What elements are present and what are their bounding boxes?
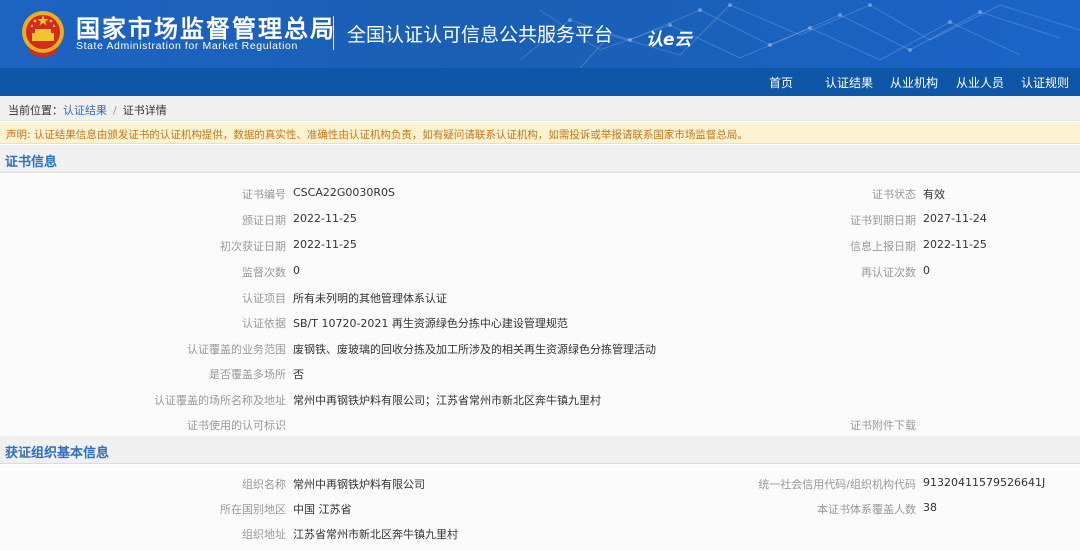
label-site-address: 认证覆盖的场所名称及地址	[154, 394, 286, 407]
breadcrumb-link-cert-results[interactable]: 认证结果	[63, 104, 107, 117]
platform-logo-icon: 认e云	[646, 30, 694, 50]
label-first-date: 初次获证日期	[220, 240, 286, 253]
value-report-date: 2022-11-25	[923, 238, 987, 251]
value-cert-no: CSCA22G0030R0S	[293, 186, 396, 199]
value-supervision-count: 0	[293, 264, 300, 277]
label-region: 所在国别地区	[220, 503, 286, 516]
main-nav: 首页 认证结果 从业机构 从业人员 认证规则	[0, 68, 1080, 96]
org-info-panel: 组织名称 常州中再钢铁炉料有限公司 统一社会信用代码/组织机构代码 913204…	[0, 465, 1080, 550]
value-org-address: 江苏省常州市新北区奔牛镇九里村	[293, 528, 458, 541]
value-region: 中国 江苏省	[293, 503, 352, 516]
nav-item-home[interactable]: 首页	[769, 74, 793, 91]
value-recert-count: 0	[923, 264, 930, 277]
nav-item-cert-results[interactable]: 认证结果	[825, 74, 873, 91]
value-cert-project: 所有未列明的其他管理体系认证	[293, 292, 447, 305]
label-org-name: 组织名称	[242, 478, 286, 491]
label-cert-basis: 认证依据	[242, 317, 286, 330]
label-report-date: 信息上报日期	[850, 240, 916, 253]
section-title-org-info: 获证组织基本信息	[0, 436, 1080, 464]
header-divider	[333, 16, 334, 50]
value-multi-site: 否	[293, 368, 304, 381]
value-credit-code: 91320411579526641J	[923, 476, 1046, 489]
platform-title: 全国认证认可信息公共服务平台	[347, 24, 614, 46]
breadcrumb-prefix: 当前位置：	[8, 104, 63, 117]
value-covered-people: 38	[923, 501, 937, 514]
value-business-scope: 废钢铁、废玻璃的回收分拣及加工所涉及的相关再生资源绿色分拣管理活动	[293, 343, 656, 356]
value-org-name: 常州中再钢铁炉料有限公司	[293, 478, 425, 491]
brand-name-cn: 国家市场监督管理总局	[76, 15, 336, 43]
national-emblem-icon	[22, 11, 64, 57]
breadcrumb-separator: /	[113, 104, 117, 117]
label-attachment-download[interactable]: 证书附件下载	[850, 417, 916, 433]
brand-name-en: State Administration for Market Regulati…	[76, 40, 298, 52]
label-credit-code: 统一社会信用代码/组织机构代码	[758, 478, 916, 491]
label-cert-project: 认证项目	[242, 292, 286, 305]
label-recert-count: 再认证次数	[861, 266, 916, 279]
value-cert-basis: SB/T 10720-2021 再生资源绿色分拣中心建设管理规范	[293, 317, 568, 330]
value-issue-date: 2022-11-25	[293, 212, 357, 225]
label-business-scope: 认证覆盖的业务范围	[187, 343, 286, 356]
disclaimer-notice: 声明: 认证结果信息由颁发证书的认证机构提供，数据的真实性、准确性由认证机构负责…	[0, 122, 1080, 144]
label-cert-status: 证书状态	[872, 188, 916, 201]
breadcrumb: 当前位置：认证结果 / 证书详情	[0, 96, 1080, 121]
nav-item-rules[interactable]: 认证规则	[1021, 74, 1069, 91]
label-multi-site: 是否覆盖多场所	[209, 368, 286, 381]
site-header: 国家市场监督管理总局 State Administration for Mark…	[0, 0, 1080, 68]
section-title-cert-info: 证书信息	[0, 145, 1080, 173]
value-first-date: 2022-11-25	[293, 238, 357, 251]
svg-text:认e云: 认e云	[646, 30, 694, 50]
label-covered-people: 本证书体系覆盖人数	[817, 503, 916, 516]
label-accreditation-mark: 证书使用的认可标识	[187, 419, 286, 432]
breadcrumb-current: 证书详情	[122, 104, 167, 117]
cert-info-panel: 证书编号 CSCA22G0030R0S 证书状态 有效 颁证日期 2022-11…	[0, 174, 1080, 436]
nav-item-personnel[interactable]: 从业人员	[956, 74, 1004, 91]
value-site-address: 常州中再钢铁炉料有限公司；江苏省常州市新北区奔牛镇九里村	[293, 394, 601, 407]
value-cert-status: 有效	[923, 188, 945, 201]
label-supervision-count: 监督次数	[242, 266, 286, 279]
nav-item-institutions[interactable]: 从业机构	[890, 74, 938, 91]
label-cert-no: 证书编号	[242, 188, 286, 201]
label-org-address: 组织地址	[242, 528, 286, 541]
value-expiry-date: 2027-11-24	[923, 212, 987, 225]
label-expiry-date: 证书到期日期	[850, 214, 916, 227]
label-issue-date: 颁证日期	[242, 214, 286, 227]
